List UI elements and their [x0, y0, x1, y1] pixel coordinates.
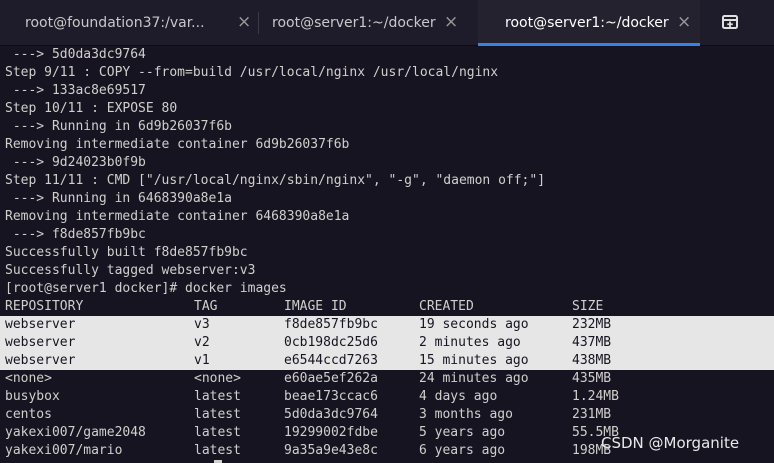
table-cell-repository: webserver — [5, 335, 76, 350]
close-icon[interactable]: × — [237, 12, 251, 32]
table-cell-tag: latest — [194, 425, 241, 440]
selection-highlight — [0, 316, 774, 334]
terminal-line: ---> f8de857fb9bc — [5, 227, 146, 242]
table-cell-repository: webserver — [5, 317, 76, 332]
table-header-cell: SIZE — [572, 299, 604, 314]
terminal-line: ---> 9d24023b0f9b — [5, 155, 146, 170]
table-cell-tag: latest — [194, 389, 241, 404]
terminal-line: [root@server1 docker]# docker images — [5, 281, 287, 296]
table-cell-tag: v3 — [194, 317, 210, 332]
table-cell-created: 4 days ago — [419, 389, 498, 404]
table-cell-image-id: 0cb198dc25d6 — [284, 335, 378, 350]
close-icon[interactable]: × — [677, 12, 691, 32]
table-cell-image-id: f8de857fb9bc — [284, 317, 378, 332]
table-cell-repository: webserver — [5, 353, 76, 368]
table-cell-image-id: 19299002fdbe — [284, 425, 378, 440]
table-cell-created: 19 seconds ago — [419, 317, 529, 332]
table-header-cell: TAG — [194, 299, 218, 314]
table-cell-repository: busybox — [5, 389, 60, 404]
terminal-output[interactable]: ---> 5d0da3dc9764 Step 9/11 : COPY --from… — [0, 46, 774, 463]
table-cell-tag: latest — [194, 443, 241, 458]
terminal-line: Removing intermediate container 6d9b2603… — [5, 137, 350, 152]
new-tab-button[interactable] — [716, 10, 744, 36]
table-cell-size: 438MB — [572, 353, 612, 368]
new-tab-icon — [722, 15, 738, 29]
table-cell-size: 231MB — [572, 407, 612, 422]
table-cell-tag: latest — [194, 407, 241, 422]
table-cell-image-id: e6544ccd7263 — [284, 353, 378, 368]
tab-bar: root@foundation37:/var... × root@server1… — [0, 0, 774, 46]
tab-server1-docker[interactable]: root@server1:~/docker × — [259, 0, 477, 46]
table-cell-tag: v1 — [194, 353, 210, 368]
tab-title: root@server1:~/docker — [272, 15, 436, 31]
close-icon[interactable]: × — [444, 12, 458, 32]
tab-title: root@foundation37:/var... — [25, 15, 205, 31]
selection-highlight — [0, 334, 774, 352]
table-cell-size: 1.24MB — [572, 389, 619, 404]
table-header-cell: CREATED — [419, 299, 474, 314]
table-cell-image-id: e60ae5ef262a — [284, 371, 378, 386]
terminal-line: ---> 133ac8e69517 — [5, 83, 146, 98]
terminal-line: Successfully built f8de857fb9bc — [5, 245, 248, 260]
table-cell-size: 232MB — [572, 317, 612, 332]
terminal-line: ---> Running in 6d9b26037f6b — [5, 119, 232, 134]
terminal-line: ---> 5d0da3dc9764 — [5, 47, 146, 62]
table-cell-image-id: 9a35a9e43e8c — [284, 443, 378, 458]
tab-foundation37[interactable]: root@foundation37:/var... × — [0, 0, 258, 46]
table-cell-created: 24 minutes ago — [419, 371, 529, 386]
table-cell-repository: yakexi007/mario — [5, 443, 123, 458]
table-cell-size: 437MB — [572, 335, 612, 350]
table-cell-created: 6 years ago — [419, 443, 506, 458]
tab-title: root@server1:~/docker — [505, 15, 669, 31]
table-header-cell: IMAGE ID — [284, 299, 347, 314]
table-cell-image-id: beae173ccac6 — [284, 389, 378, 404]
tab-server1-docker-active[interactable]: root@server1:~/docker × — [478, 0, 700, 46]
terminal-line: Step 10/11 : EXPOSE 80 — [5, 101, 178, 116]
table-cell-repository: centos — [5, 407, 52, 422]
terminal-line: ---> Running in 6468390a8e1a — [5, 191, 232, 206]
table-cell-created: 2 minutes ago — [419, 335, 521, 350]
terminal-line: Step 9/11 : COPY --from=build /usr/local… — [5, 65, 499, 80]
table-cell-tag: <none> — [194, 371, 241, 386]
table-cell-size: 435MB — [572, 371, 612, 386]
table-cell-tag: v2 — [194, 335, 210, 350]
table-header-cell: REPOSITORY — [5, 299, 84, 314]
table-cell-repository: yakexi007/game2048 — [5, 425, 146, 440]
terminal-line: Step 11/11 : CMD ["/usr/local/nginx/sbin… — [5, 173, 546, 188]
selection-highlight — [0, 352, 774, 370]
table-cell-repository: <none> — [5, 371, 52, 386]
terminal-line: Successfully tagged webserver:v3 — [5, 263, 256, 278]
terminal-line: Removing intermediate container 6468390a… — [5, 209, 350, 224]
table-cell-created: 15 minutes ago — [419, 353, 529, 368]
table-cell-image-id: 5d0da3dc9764 — [284, 407, 378, 422]
watermark: CSDN @Morganite — [601, 434, 740, 452]
table-cell-created: 3 months ago — [419, 407, 513, 422]
table-cell-created: 5 years ago — [419, 425, 506, 440]
